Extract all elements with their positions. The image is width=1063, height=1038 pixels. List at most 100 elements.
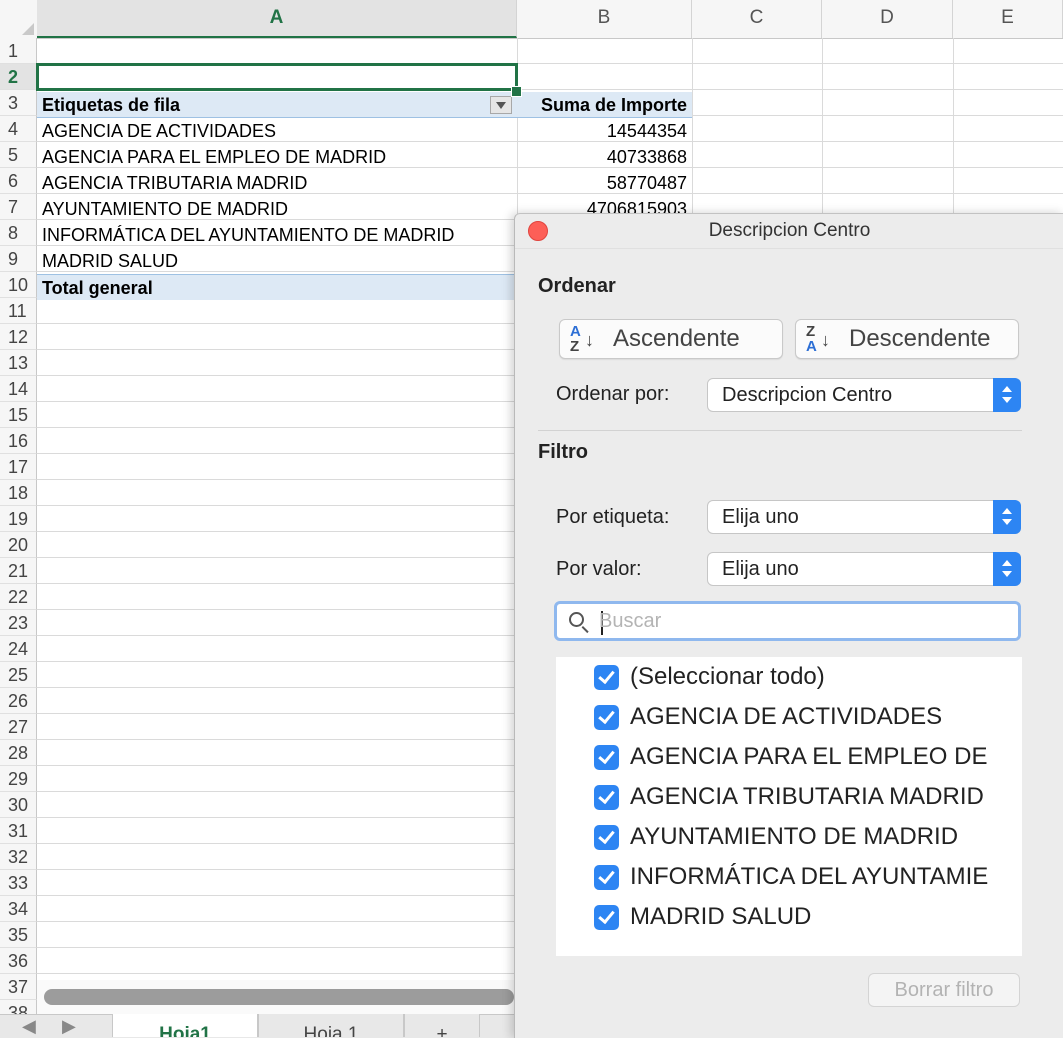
select-all-corner[interactable] <box>0 0 38 38</box>
checkbox-checked-icon[interactable] <box>594 825 619 850</box>
pivot-row-label[interactable]: INFORMÁTICA DEL AYUNTAMIENTO DE MADRID <box>37 222 517 248</box>
column-header-c[interactable]: C <box>692 0 822 38</box>
tab-hoja-1-label: Hoja 1 <box>303 1024 359 1037</box>
row-header-14[interactable]: 14 <box>0 376 37 402</box>
row-header-28[interactable]: 28 <box>0 740 37 766</box>
search-input[interactable] <box>599 608 999 634</box>
horizontal-scrollbar-thumb[interactable] <box>44 989 514 1005</box>
row-header-15[interactable]: 15 <box>0 402 37 428</box>
row-header-2[interactable]: 2 <box>0 64 37 90</box>
list-item-label: AGENCIA TRIBUTARIA MADRID <box>630 783 984 810</box>
row-header-31[interactable]: 31 <box>0 818 37 844</box>
by-value-select[interactable]: Elija uno <box>707 552 1021 586</box>
search-field[interactable] <box>554 601 1021 641</box>
sort-descending-button[interactable]: Z A ↓ Descendente <box>795 319 1019 359</box>
list-item[interactable]: AYUNTAMIENTO DE MADRID <box>594 819 1022 855</box>
sheet-tab-navigation: ◀ ▶ <box>0 1016 110 1037</box>
list-item[interactable]: AGENCIA TRIBUTARIA MADRID <box>594 779 1022 815</box>
list-item[interactable]: AGENCIA PARA EL EMPLEO DE <box>594 739 1022 775</box>
row-header-10[interactable]: 10 <box>0 272 37 298</box>
pivot-row-value[interactable]: 40733868 <box>517 144 692 170</box>
row-header-23[interactable]: 23 <box>0 610 37 636</box>
row-header-34[interactable]: 34 <box>0 896 37 922</box>
row-header-6[interactable]: 6 <box>0 168 37 194</box>
row-labels-filter-dropdown[interactable] <box>490 96 512 114</box>
pivot-header-row-labels-text: Etiquetas de fila <box>42 95 181 115</box>
search-icon <box>569 612 584 627</box>
sort-section-label: Ordenar <box>538 275 616 297</box>
add-sheet-button[interactable]: + <box>404 1014 480 1037</box>
pivot-row-label[interactable]: MADRID SALUD <box>37 248 517 274</box>
tab-hoja1[interactable]: Hoja1 <box>112 1014 258 1037</box>
row-header-19[interactable]: 19 <box>0 506 37 532</box>
row-header-3[interactable]: 3 <box>0 90 37 116</box>
column-header-d[interactable]: D <box>822 0 953 38</box>
sort-a-z-icon: A Z ↓ <box>570 323 594 355</box>
column-header-a[interactable]: A <box>37 0 517 38</box>
list-item-label: (Seleccionar todo) <box>630 663 825 690</box>
pivot-row-label[interactable]: AGENCIA PARA EL EMPLEO DE MADRID <box>37 144 517 170</box>
next-sheet-icon[interactable]: ▶ <box>62 1016 76 1037</box>
by-label-select[interactable]: Elija uno <box>707 500 1021 534</box>
fill-handle[interactable] <box>511 86 522 97</box>
by-value-value: Elija uno <box>722 558 799 580</box>
previous-sheet-icon[interactable]: ◀ <box>22 1016 36 1037</box>
row-header-22[interactable]: 22 <box>0 584 37 610</box>
pivot-header-sum[interactable]: Suma de Importe <box>517 92 692 118</box>
sort-ascending-button[interactable]: A Z ↓ Ascendente <box>559 319 783 359</box>
row-header-32[interactable]: 32 <box>0 844 37 870</box>
checkbox-checked-icon[interactable] <box>594 865 619 890</box>
sort-by-select[interactable]: Descripcion Centro <box>707 378 1021 412</box>
column-header-e[interactable]: E <box>953 0 1063 38</box>
row-header-36[interactable]: 36 <box>0 948 37 974</box>
row-header-13[interactable]: 13 <box>0 350 37 376</box>
checkbox-checked-icon[interactable] <box>594 665 619 690</box>
row-header-11[interactable]: 11 <box>0 298 37 324</box>
row-header-21[interactable]: 21 <box>0 558 37 584</box>
sort-ascending-label: Ascendente <box>613 325 740 352</box>
row-header-18[interactable]: 18 <box>0 480 37 506</box>
sort-descending-label: Descendente <box>849 325 991 352</box>
tab-hoja-1[interactable]: Hoja 1 <box>258 1014 404 1037</box>
row-header-16[interactable]: 16 <box>0 428 37 454</box>
pivot-row-value[interactable]: 58770487 <box>517 170 692 196</box>
checkbox-checked-icon[interactable] <box>594 745 619 770</box>
row-header-30[interactable]: 30 <box>0 792 37 818</box>
row-header-9[interactable]: 9 <box>0 246 37 272</box>
active-cell-a2[interactable] <box>36 63 518 91</box>
row-header-20[interactable]: 20 <box>0 532 37 558</box>
pivot-row-label[interactable]: AYUNTAMIENTO DE MADRID <box>37 196 517 222</box>
pivot-row-label[interactable]: AGENCIA DE ACTIVIDADES <box>37 118 517 144</box>
row-header-8[interactable]: 8 <box>0 220 37 246</box>
checkbox-checked-icon[interactable] <box>594 705 619 730</box>
row-header-27[interactable]: 27 <box>0 714 37 740</box>
row-header-25[interactable]: 25 <box>0 662 37 688</box>
list-item[interactable]: MADRID SALUD <box>594 899 1022 935</box>
row-header-24[interactable]: 24 <box>0 636 37 662</box>
clear-filter-button[interactable]: Borrar filtro <box>868 973 1020 1007</box>
select-stepper-icon <box>993 378 1021 412</box>
row-header-1[interactable]: 1 <box>0 38 37 64</box>
pivot-row-label[interactable]: AGENCIA TRIBUTARIA MADRID <box>37 170 517 196</box>
row-header-35[interactable]: 35 <box>0 922 37 948</box>
row-header-29[interactable]: 29 <box>0 766 37 792</box>
list-item-select-all[interactable]: (Seleccionar todo) <box>594 659 1022 695</box>
list-item[interactable]: AGENCIA DE ACTIVIDADES <box>594 699 1022 735</box>
row-header-7[interactable]: 7 <box>0 194 37 220</box>
pivot-header-row-labels[interactable]: Etiquetas de fila <box>37 92 517 118</box>
row-header-4[interactable]: 4 <box>0 116 37 142</box>
pivot-row-value[interactable]: 14544354 <box>517 118 692 144</box>
list-item[interactable]: INFORMÁTICA DEL AYUNTAMIE <box>594 859 1022 895</box>
close-button[interactable] <box>528 221 548 241</box>
row-header-33[interactable]: 33 <box>0 870 37 896</box>
row-header-26[interactable]: 26 <box>0 688 37 714</box>
select-stepper-icon <box>993 500 1021 534</box>
row-header-12[interactable]: 12 <box>0 324 37 350</box>
column-header-b[interactable]: B <box>517 0 692 38</box>
row-header-37[interactable]: 37 <box>0 974 37 1000</box>
row-header-5[interactable]: 5 <box>0 142 37 168</box>
checkbox-checked-icon[interactable] <box>594 905 619 930</box>
checkbox-checked-icon[interactable] <box>594 785 619 810</box>
pivot-total-label[interactable]: Total general <box>37 274 517 300</box>
row-header-17[interactable]: 17 <box>0 454 37 480</box>
